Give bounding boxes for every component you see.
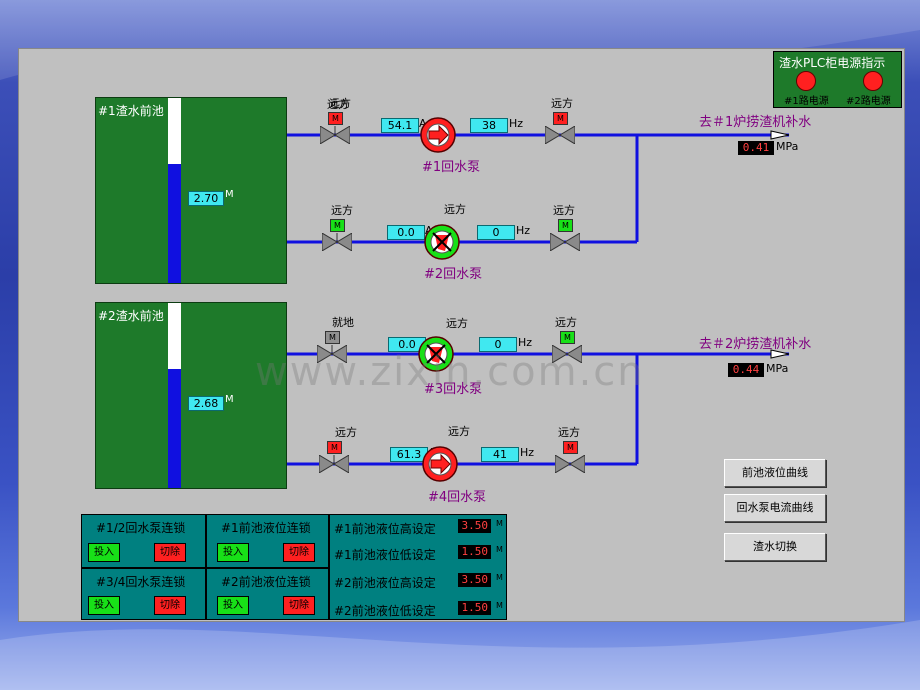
interlock-3-title: #3/4回水泵连锁 [96,575,186,589]
outlet-2-pressure: 0.44 [728,363,764,377]
outlet-1-label: 去＃1炉捞渣机补水 [699,115,812,130]
pump-2-valve-in-mode: 远方 [331,204,353,217]
interlock-1-on-button[interactable]: 投入 [88,543,120,562]
interlock-2-off-button[interactable]: 切除 [283,543,315,562]
tank-1: #1渣水前池 2.70 M [95,97,287,284]
tank-2-label: #2渣水前池 [98,309,164,323]
tank-1-level-bar [168,164,181,283]
setting-3-label: #2前池液位高设定 [334,576,436,590]
interlock-4-on-button[interactable]: 投入 [217,596,249,615]
interlock-1-title: #1/2回水泵连锁 [96,521,186,535]
interlock-3-off-button[interactable]: 切除 [154,596,186,615]
pump-4-valve-out-mode: 远方 [558,426,580,439]
outlet-2-unit: MPa [766,362,789,375]
tank-2: #2渣水前池 2.68 M [95,302,287,489]
interlock-panel-2: #1前池液位连锁 投入 切除 [206,514,329,568]
pump-3-freq-unit: Hz [518,336,533,349]
pump-2-icon[interactable] [423,223,461,261]
setting-2-label: #1前池液位低设定 [334,548,436,562]
pump-3-valve-out-motor[interactable]: M [560,331,575,344]
pump-2-label: #2回水泵 [424,267,483,282]
setting-4-label: #2前池液位低设定 [334,604,436,618]
pump-4-valve-out-motor[interactable]: M [563,441,578,454]
pump-4-freq-value: 41 [481,447,519,462]
pump-1-current-value: 54.1 [381,118,419,133]
pump-1-valve-out-mode: 远方 [551,97,573,110]
tank-1-level-value: 2.70 [188,191,224,206]
setting-2-unit: M [496,545,503,554]
interlock-4-title: #2前池液位连锁 [221,575,311,589]
setting-3-unit: M [496,573,503,582]
pump-3-mode: 远方 [446,317,468,330]
pump-4-freq-unit: Hz [520,446,535,459]
pump-2-valve-out-mode: 远方 [553,204,575,217]
pump-4-valve-in-motor[interactable]: M [327,441,342,454]
switch-button[interactable]: 渣水切换 [724,533,826,561]
setting-1-label: #1前池液位高设定 [334,522,436,536]
interlock-1-off-button[interactable]: 切除 [154,543,186,562]
pump-4-mode: 远方 [448,425,470,438]
pump-1-valve-in-motor[interactable]: M [328,112,343,125]
setting-4-value[interactable]: 1.50 [458,601,491,615]
pump-2-valve-out-icon[interactable] [550,233,580,251]
interlock-3-on-button[interactable]: 投入 [88,596,120,615]
watermark: www.zixin.com.cn [255,349,645,395]
setting-4-unit: M [496,601,503,610]
pump-2-freq-value: 0 [477,225,515,240]
tank-2-level-bar [168,369,181,488]
pump-4-valve-in-icon[interactable] [319,455,349,473]
pump-3-valve-in-mode: 就地 [332,316,354,329]
pump-1-icon[interactable] [419,116,457,154]
level-curve-button[interactable]: 前池液位曲线 [724,459,826,487]
pump-4-label: #4回水泵 [428,490,487,505]
pump-3-valve-in-motor[interactable]: M [325,331,340,344]
pump-1-valve-out-motor[interactable]: M [553,112,568,125]
tank-1-level-unit: M [225,189,234,200]
pump-4-icon[interactable] [421,445,459,483]
pump-4-valve-out-icon[interactable] [555,455,585,473]
current-curve-button[interactable]: 回水泵电流曲线 [724,494,826,522]
interlock-4-off-button[interactable]: 切除 [283,596,315,615]
interlock-panel-3: #3/4回水泵连锁 投入 切除 [81,568,206,620]
pump-1-valve-out-icon[interactable] [545,126,575,144]
pump-1-freq-value: 38 [470,118,508,133]
pump-2-current-value: 0.0 [387,225,425,240]
setting-1-unit: M [496,519,503,528]
pump-2-valve-out-motor[interactable]: M [558,219,573,232]
setting-2-value[interactable]: 1.50 [458,545,491,559]
interlock-panel-1: #1/2回水泵连锁 投入 切除 [81,514,206,568]
pump-3-valve-out-mode: 远方 [555,316,577,329]
setting-3-value[interactable]: 3.50 [458,573,491,587]
pump-2-valve-in-icon[interactable] [322,233,352,251]
outlet-2-label: 去＃2炉捞渣机补水 [699,337,812,352]
pump-4-valve-in-mode: 远方 [335,426,357,439]
setting-1-value[interactable]: 3.50 [458,519,491,533]
interlock-2-title: #1前池液位连锁 [221,521,311,535]
pump-1-freq-unit: Hz [509,117,524,130]
tank-2-level-value: 2.68 [188,396,224,411]
tank-1-level-empty [168,98,181,164]
tank-2-level-unit: M [225,394,234,405]
interlock-panel-4: #2前池液位连锁 投入 切除 [206,568,329,620]
tank-2-level-empty [168,303,181,369]
pump-1-valve-in-mode: 远方 [329,97,351,110]
outlet-1-pressure: 0.41 [738,141,774,155]
pump-1-valve-in-icon[interactable] [320,126,350,144]
interlock-2-on-button[interactable]: 投入 [217,543,249,562]
pump-2-mode: 远方 [444,203,466,216]
scada-screen: 渣水PLC柜电源指示 #1路电源 #2路电源 #1渣水前池 2.70 M #2渣… [18,48,905,622]
level-settings-panel: #1前池液位高设定 3.50 M #1前池液位低设定 1.50 M #2前池液位… [329,514,507,620]
pump-2-freq-unit: Hz [516,224,531,237]
pump-1-label: #1回水泵 [422,160,481,175]
tank-1-label: #1渣水前池 [98,104,164,118]
outlet-1-unit: MPa [776,140,799,153]
pump-2-valve-in-motor[interactable]: M [330,219,345,232]
